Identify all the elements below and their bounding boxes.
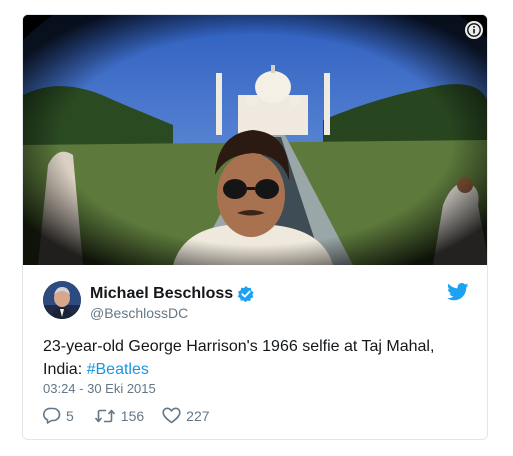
tweet-timestamp[interactable]: 03:24 - 30 Eki 2015 — [43, 381, 156, 396]
like-button[interactable]: 227 — [162, 407, 210, 424]
author-display-name[interactable]: Michael Beschloss — [90, 285, 233, 303]
retweet-icon — [94, 408, 116, 424]
avatar[interactable] — [43, 281, 81, 319]
tweet-text: 23-year-old George Harrison's 1966 selfi… — [43, 335, 463, 381]
info-button[interactable] — [465, 21, 483, 39]
tweet-card[interactable]: Michael Beschloss @BeschlossDC 23-year-o… — [22, 14, 488, 440]
like-count: 227 — [186, 407, 210, 424]
reply-icon — [43, 407, 61, 424]
heart-icon — [162, 407, 181, 424]
reply-button[interactable]: 5 — [43, 407, 74, 424]
tweet-photo[interactable] — [23, 15, 487, 265]
twitter-bird-icon[interactable] — [447, 283, 469, 303]
tweet-actions: 5 156 227 — [43, 407, 210, 424]
retweet-button[interactable]: 156 — [94, 408, 144, 424]
retweet-count: 156 — [120, 407, 145, 424]
hashtag-link[interactable]: #Beatles — [87, 361, 149, 378]
tweet-header: Michael Beschloss @BeschlossDC — [23, 277, 487, 323]
selfie-photo — [23, 15, 487, 265]
reply-count: 5 — [66, 407, 74, 424]
author-handle[interactable]: @BeschlossDC — [90, 305, 188, 321]
author-name-row[interactable]: Michael Beschloss — [90, 285, 255, 303]
verified-badge-icon — [237, 285, 255, 303]
info-icon — [467, 23, 481, 37]
